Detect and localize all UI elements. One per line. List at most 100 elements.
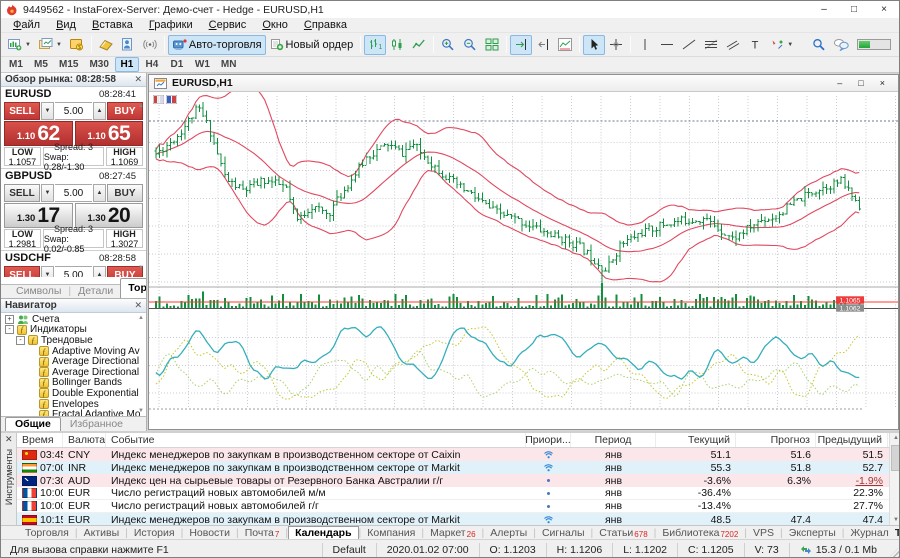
toolbox-tab-эксперты[interactable]: Эксперты [783,526,842,540]
buy-button[interactable]: BUY [107,184,143,202]
chart-maximize-icon[interactable]: □ [858,78,863,88]
tree-item-bollinger-bands[interactable]: ƒBollinger Bands [1,378,146,389]
timeframe-H1[interactable]: H1 [115,57,139,72]
volume-up-button[interactable]: ▲ [93,266,106,277]
timeframe-M5[interactable]: M5 [29,57,53,72]
scroll-up-icon[interactable]: ▲ [138,315,144,321]
algo-trading-button[interactable]: Авто-торговля [168,35,266,55]
close-icon[interactable]: ✕ [5,434,13,445]
navigator-tab-0[interactable]: Общие [5,417,61,431]
toolbox-tab-календарь[interactable]: Календарь [288,526,358,540]
timeframe-H4[interactable]: H4 [140,57,164,72]
bars-chart-button[interactable]: 1 [364,35,386,55]
toolbox-tab-компания[interactable]: Компания [361,526,421,540]
volume-up-button[interactable]: ▲ [93,102,106,120]
minimize-button[interactable]: – [809,1,839,18]
timeframe-M15[interactable]: M15 [54,57,83,72]
maximize-button[interactable]: □ [839,1,869,18]
resize-grip[interactable] [889,548,899,558]
close-icon[interactable]: ✕ [134,74,142,85]
market-watch-button[interactable] [95,35,117,55]
indicators-button[interactable] [554,35,576,55]
zoom-in-button[interactable] [437,35,459,55]
tree-item-adaptive-moving-av[interactable]: ƒAdaptive Moving Av [1,346,146,357]
symbol-block-GBPUSD[interactable]: GBPUSD08:27:45SELL▼5.00▲BUY1.30171.3020L… [1,169,146,251]
chart-titlebar[interactable]: EURUSD,H1 – □ × [149,75,898,92]
line-chart-button[interactable] [408,35,430,55]
chart-canvas[interactable]: 1.10651.1062 [149,92,898,429]
tree-toggle-icon[interactable]: - [5,325,14,334]
navigator-tab-1[interactable]: Избранное [61,418,132,431]
scroll-up-icon[interactable]: ▲ [893,435,899,441]
cursor-button[interactable] [583,35,605,55]
calendar-row-5[interactable]: 10:15EURИндекс менеджеров по закупкам в … [17,513,900,525]
deposit-button[interactable]: $ [66,35,88,55]
chart-shift-button[interactable] [532,35,554,55]
sell-button[interactable]: SELL [4,102,40,120]
tree-item-трендовые[interactable]: -ƒТрендовые [1,335,146,346]
profiles-button[interactable]: ▼ [35,35,66,55]
toolbox-tab-библиотека[interactable]: Библиотека7202 [656,526,744,540]
close-icon[interactable]: ✕ [134,300,142,311]
tree-item-average-directional[interactable]: ƒAverage Directional [1,367,146,378]
tree-item-fractal-adaptive-mo[interactable]: ƒFractal Adaptive Mo [1,409,146,416]
scroll-down-icon[interactable]: ▼ [138,265,144,271]
new-chart-button[interactable]: ▼ [4,35,35,55]
candles-chart-button[interactable] [386,35,408,55]
auto-scroll-button[interactable] [510,35,532,55]
menu-item-6[interactable]: Справка [296,19,355,31]
calendar-row-0[interactable]: 03:45CNYИндекс менеджеров по закупкам в … [17,448,900,461]
calendar-column-0[interactable]: Время [17,433,63,447]
fibonacci-button[interactable] [700,35,722,55]
calendar-column-6[interactable]: Прогноз [736,433,816,447]
toolbox-tab-новости[interactable]: Новости [183,526,236,540]
volume-up-button[interactable]: ▲ [93,184,106,202]
symbol-block-EURUSD[interactable]: EURUSD08:28:41SELL▼5.00▲BUY1.10621.1065L… [1,87,146,169]
menu-item-1[interactable]: Вид [48,19,84,31]
new-order-button[interactable]: Новый ордер [266,35,358,55]
tree-item-average-directional[interactable]: ƒAverage Directional [1,356,146,367]
calendar-column-5[interactable]: Текущий [656,433,736,447]
navigator-button[interactable] [117,35,139,55]
vertical-line-button[interactable] [634,35,656,55]
scroll-down-icon[interactable]: ▼ [138,408,144,414]
strategy-tester-label[interactable]: Тестер стратегий [895,527,900,539]
volume-field[interactable]: 5.00 [55,102,92,120]
timeframe-W1[interactable]: W1 [190,57,215,72]
trendline-button[interactable] [678,35,700,55]
toolbox-side-tab[interactable]: ✕ Инструменты [1,433,17,525]
timeframe-MN[interactable]: MN [216,57,242,72]
sell-button[interactable]: SELL [4,266,40,277]
menu-item-5[interactable]: Окно [254,19,296,31]
tree-item-счета[interactable]: +Счета [1,314,146,325]
crosshair-button[interactable] [605,35,627,55]
volume-down-button[interactable]: ▼ [41,102,54,120]
symbol-block-USDCHF[interactable]: USDCHF08:28:58SELL▼5.00▲BUY [1,251,146,277]
tree-toggle-icon[interactable]: + [5,315,14,324]
timeframe-M1[interactable]: M1 [4,57,28,72]
volume-field[interactable]: 5.00 [55,184,92,202]
calendar-row-3[interactable]: 10:00EURЧисло регистраций новых автомоби… [17,487,900,500]
calendar-column-3[interactable]: Приори... [526,433,571,447]
toolbox-tab-vps[interactable]: VPS [747,526,780,540]
search-icon[interactable] [812,38,826,51]
tile-windows-button[interactable] [481,35,503,55]
status-profile[interactable]: Default [322,543,376,557]
calendar-scrollbar[interactable]: ▲ ▼ [889,433,900,525]
horizontal-line-button[interactable] [656,35,678,55]
menu-item-3[interactable]: Графики [141,19,201,31]
market-watch-tab-0[interactable]: Символы [9,285,68,298]
menu-item-0[interactable]: Файл [5,19,48,31]
menu-item-2[interactable]: Вставка [84,19,141,31]
volume-down-button[interactable]: ▼ [41,266,54,277]
timeframe-M30[interactable]: M30 [84,57,113,72]
scrollbar-thumb[interactable] [891,445,900,471]
menu-item-4[interactable]: Сервис [201,19,255,31]
tree-toggle-icon[interactable]: - [16,336,25,345]
text-label-button[interactable]: T [744,35,766,55]
toolbox-tab-алерты[interactable]: Алерты [484,526,533,540]
tree-item-double-exponential[interactable]: ƒDouble Exponential [1,388,146,399]
channel-button[interactable] [722,35,744,55]
chat-icon[interactable] [833,38,850,51]
toolbox-tab-журнал[interactable]: Журнал [845,526,895,540]
